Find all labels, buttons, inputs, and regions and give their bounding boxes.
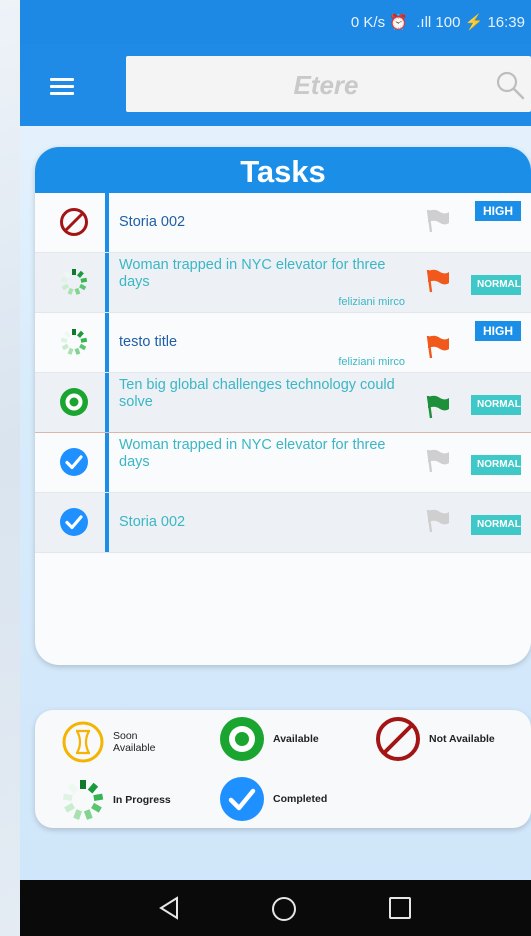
completed-icon xyxy=(220,777,264,821)
in-progress-icon xyxy=(60,269,88,295)
legend-available: Available xyxy=(219,716,319,762)
legend-in-progress: In Progress xyxy=(61,778,171,822)
legend-label-soon-available: Soon Available xyxy=(113,730,156,754)
task-title: Storia 002 xyxy=(119,214,186,230)
not-available-icon xyxy=(376,717,420,761)
available-icon xyxy=(60,388,88,416)
soon-available-icon xyxy=(62,721,104,763)
row-accent-line xyxy=(105,493,109,552)
priority-badge: HIGH xyxy=(475,201,521,221)
home-icon[interactable] xyxy=(271,896,297,922)
legend-label-available: Available xyxy=(273,733,319,745)
completed-icon xyxy=(60,508,88,536)
legend-completed: Completed xyxy=(219,776,327,822)
status-legend: Soon Available Available Not Available I… xyxy=(35,710,531,828)
task-title: Woman trapped in NYC elevator for three … xyxy=(119,437,386,470)
task-title: Woman trapped in NYC elevator for three … xyxy=(119,257,386,290)
status-bar-text: 0 K/s ⏰ ︎ .ıll 100 ⚡ 16:39 xyxy=(350,14,525,31)
row-accent-line xyxy=(105,313,109,372)
legend-label-not-available: Not Available xyxy=(429,733,495,745)
recent-apps-icon[interactable] xyxy=(388,896,412,920)
task-row[interactable]: Storia 002 NORMAL xyxy=(35,493,531,553)
search-icon[interactable] xyxy=(495,70,525,100)
priority-flag-icon[interactable] xyxy=(425,507,451,533)
legend-not-available: Not Available xyxy=(375,716,495,762)
priority-flag-icon[interactable] xyxy=(425,333,451,359)
task-title: Ten big global challenges technology cou… xyxy=(119,377,395,410)
tasks-card: Tasks Storia 002 HIGH Woman trapped in NYC… xyxy=(35,147,531,665)
tasks-card-title: Tasks xyxy=(35,147,531,193)
available-icon xyxy=(220,717,264,761)
priority-flag-icon[interactable] xyxy=(425,393,451,419)
legend-label-in-progress: In Progress xyxy=(113,794,171,806)
priority-badge: NORMAL xyxy=(471,395,521,415)
search-bar[interactable] xyxy=(126,56,531,114)
task-assignee: feliziani mirco xyxy=(338,356,405,368)
task-row[interactable]: Ten big global challenges technology cou… xyxy=(35,373,531,433)
task-title: testo title xyxy=(119,334,178,350)
in-progress-icon xyxy=(60,329,88,355)
priority-badge: NORMAL xyxy=(471,275,521,295)
hamburger-menu-icon[interactable] xyxy=(50,78,74,96)
search-input[interactable] xyxy=(126,56,508,114)
task-row[interactable]: Woman trapped in NYC elevator for three … xyxy=(35,253,531,313)
task-row[interactable]: Woman trapped in NYC elevator for three … xyxy=(35,433,531,493)
app-bar xyxy=(20,44,531,126)
status-bar: 0 K/s ⏰ ︎ .ıll 100 ⚡ 16:39 xyxy=(20,0,531,44)
priority-flag-icon[interactable] xyxy=(425,447,451,473)
row-accent-line xyxy=(105,253,109,312)
priority-badge: HIGH xyxy=(475,321,521,341)
back-icon[interactable] xyxy=(158,896,180,920)
priority-badge: NORMAL xyxy=(471,455,521,475)
legend-soon-available: Soon Available xyxy=(61,720,163,764)
completed-icon xyxy=(60,448,88,476)
app-screen: 0 K/s ⏰ ︎ .ıll 100 ⚡ 16:39 Tasks Storia … xyxy=(20,0,531,936)
task-list: Storia 002 HIGH Woman trapped in NYC eleva… xyxy=(35,193,531,553)
priority-flag-icon[interactable] xyxy=(425,207,451,233)
in-progress-icon xyxy=(62,780,104,820)
system-nav-bar xyxy=(20,880,531,936)
task-assignee: feliziani mirco xyxy=(338,296,405,308)
row-accent-line xyxy=(105,373,109,432)
row-accent-line xyxy=(105,193,109,252)
task-row[interactable]: Storia 002 HIGH xyxy=(35,193,531,253)
priority-flag-icon[interactable] xyxy=(425,267,451,293)
task-title: Storia 002 xyxy=(119,514,186,530)
not-available-icon xyxy=(60,208,88,236)
priority-badge: NORMAL xyxy=(471,515,521,535)
row-accent-line xyxy=(105,433,109,492)
task-row[interactable]: testo title feliziani mirco HIGH xyxy=(35,313,531,373)
legend-label-completed: Completed xyxy=(273,793,328,805)
